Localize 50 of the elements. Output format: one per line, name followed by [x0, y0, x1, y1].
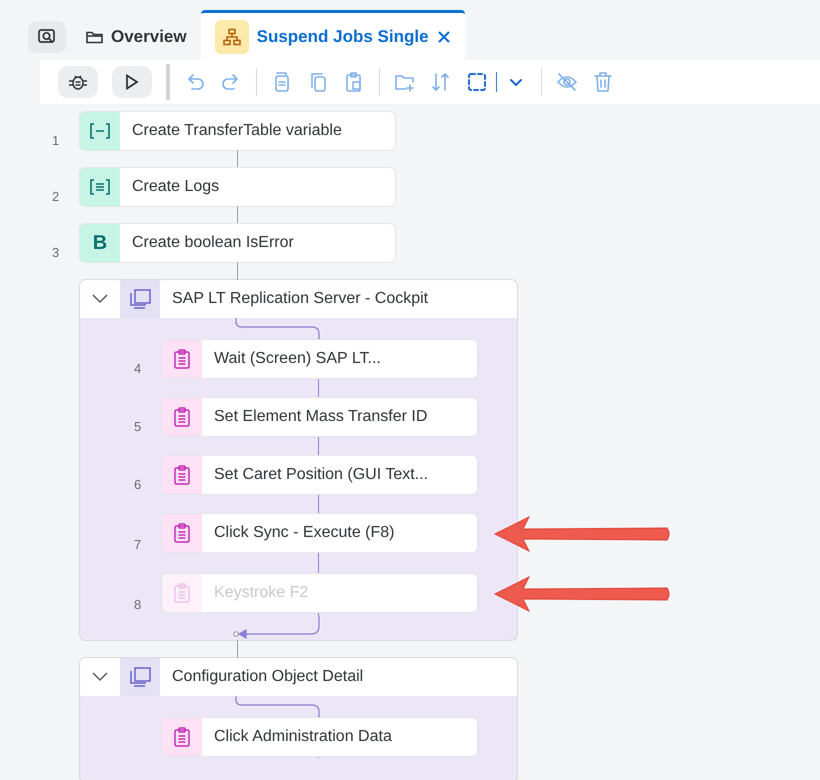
step-label: Set Element Mass Transfer ID: [213, 407, 428, 427]
step-label: Create Logs: [131, 177, 220, 197]
clipboard-icon: [174, 349, 190, 369]
debug-button[interactable]: [58, 66, 98, 98]
selection-icon[interactable]: [466, 71, 488, 93]
clipboard-icon: [174, 465, 190, 485]
group-title: Configuration Object Detail: [171, 667, 364, 687]
play-icon: [125, 74, 139, 90]
folder-icon: [86, 30, 103, 44]
tab[interactable]: Overview: [72, 10, 201, 60]
hide-icon[interactable]: [556, 71, 578, 93]
step-card[interactable]: Click Administration Data: [162, 718, 477, 756]
step-label: Click Administration Data: [213, 727, 392, 747]
step-card[interactable]: B Create boolean IsError: [80, 224, 395, 262]
group-title: SAP LT Replication Server - Cockpit: [171, 289, 428, 309]
delete-icon[interactable]: [592, 71, 614, 93]
step-card[interactable]: Set Element Mass Transfer ID: [162, 398, 477, 436]
step-number: 2: [52, 189, 60, 204]
step-number: 3: [52, 245, 60, 260]
step-label: Click Sync - Execute (F8): [213, 523, 394, 543]
close-icon[interactable]: [436, 30, 451, 44]
step-card[interactable]: Wait (Screen) SAP LT...: [162, 340, 477, 378]
tab[interactable]: Suspend Jobs Single: [200, 10, 465, 60]
step-card[interactable]: Set Caret Position (GUI Text...: [162, 456, 477, 494]
clipboard-icon: [174, 583, 190, 603]
step-label: Set Caret Position (GUI Text...: [213, 465, 428, 485]
clipboard-icon: [174, 727, 190, 747]
step-label: Create boolean IsError: [131, 233, 294, 253]
step-number: 5: [134, 419, 142, 434]
step-number: 6: [134, 477, 142, 492]
step-label: Wait (Screen) SAP LT...: [213, 349, 381, 369]
letter-icon: B: [92, 232, 108, 254]
step-number: 4: [134, 361, 142, 376]
bracket-list-icon: [89, 179, 111, 195]
bracket-variable-icon: [89, 123, 111, 139]
clipboard-icon: [174, 407, 190, 427]
step-number: 7: [134, 537, 142, 552]
window-icon: [129, 667, 151, 687]
window-icon: [129, 289, 151, 309]
clipboard-icon: [174, 523, 190, 543]
run-button[interactable]: [112, 66, 152, 98]
chevron-icon: [92, 672, 108, 682]
step-label: Create TransferTable variable: [131, 121, 342, 141]
step-card[interactable]: Click Sync - Execute (F8): [162, 514, 477, 552]
step-card[interactable]: Create Logs: [80, 168, 395, 206]
step-number: 8: [134, 597, 142, 612]
step-number: 1: [52, 133, 60, 148]
step-card[interactable]: Create TransferTable variable: [80, 112, 395, 150]
hierarchy-icon: [222, 28, 241, 46]
chevron-icon: [92, 294, 108, 304]
